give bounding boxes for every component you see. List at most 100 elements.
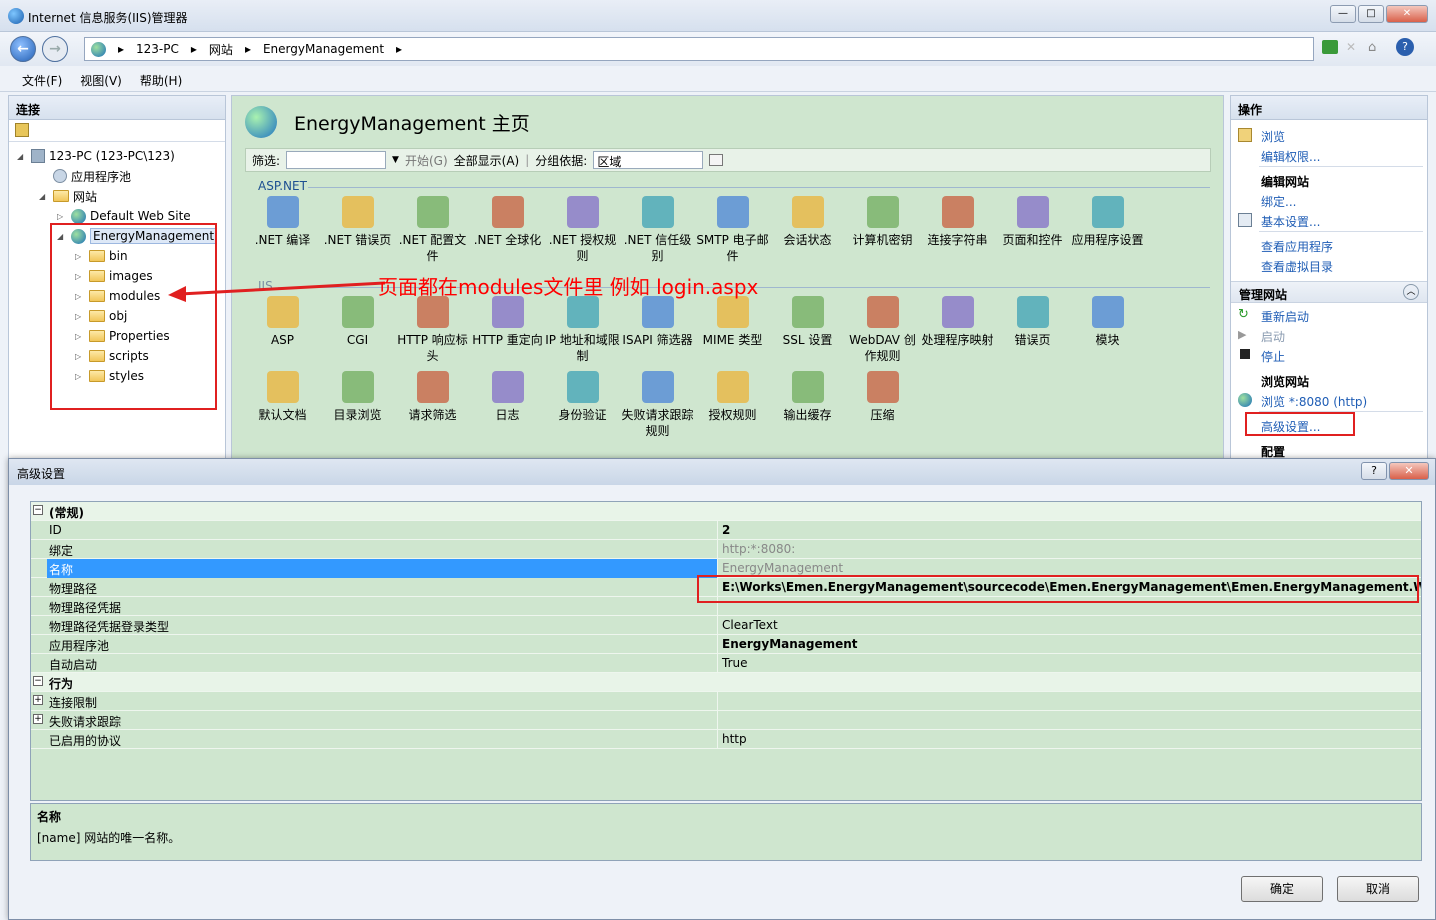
stop-icon[interactable]: ✕ — [1346, 40, 1360, 54]
feature-0-11[interactable]: 应用程序设置 — [1070, 196, 1145, 248]
view-applications-action[interactable]: 查看应用程序 — [1261, 238, 1333, 255]
browse-action[interactable]: 浏览 — [1261, 128, 1285, 145]
property-category[interactable]: − (常规) — [31, 502, 1421, 521]
home-icon[interactable]: ⌂ — [1368, 40, 1384, 55]
feature-1-4[interactable]: IP 地址和域限制 — [545, 296, 620, 364]
feature-1-10[interactable]: 错误页 — [995, 296, 1070, 348]
feature-0-8[interactable]: 计算机密钥 — [845, 196, 920, 248]
manage-site-header[interactable]: 管理网站 ︿ — [1231, 281, 1427, 303]
menu-view[interactable]: 视图(V) — [80, 72, 122, 91]
property-row[interactable]: 应用程序池 EnergyManagement — [31, 635, 1421, 654]
property-row[interactable]: 物理路径凭据登录类型 ClearText — [31, 616, 1421, 635]
property-value[interactable]: EnergyManagement — [722, 637, 858, 651]
feature-1-17[interactable]: 失败请求跟踪规则 — [620, 371, 695, 439]
property-category[interactable]: − 行为 — [31, 673, 1421, 692]
feature-1-13[interactable]: 目录浏览 — [320, 371, 395, 423]
feature-0-7[interactable]: 会话状态 — [770, 196, 845, 248]
minimize-button[interactable]: — — [1330, 5, 1356, 23]
forward-button[interactable]: → — [42, 36, 68, 62]
property-value[interactable]: EnergyManagement — [722, 561, 843, 575]
restart-action[interactable]: 重新启动 — [1261, 308, 1309, 325]
collapse-icon[interactable]: − — [33, 676, 43, 686]
property-row[interactable]: 已启用的协议 http — [31, 730, 1421, 749]
feature-1-7[interactable]: SSL 设置 — [770, 296, 845, 348]
feature-0-9[interactable]: 连接字符串 — [920, 196, 995, 248]
feature-0-4[interactable]: .NET 授权规则 — [545, 196, 620, 264]
property-value[interactable]: http — [722, 732, 747, 746]
menu-file[interactable]: 文件(F) — [22, 72, 62, 91]
feature-1-18[interactable]: 授权规则 — [695, 371, 770, 423]
tree-node-sites[interactable]: ◢ 网站 — [39, 186, 97, 206]
property-row[interactable]: 绑定 http:*:8080: — [31, 540, 1421, 559]
start-button[interactable]: 开始(G) — [405, 152, 448, 169]
feature-1-9[interactable]: 处理程序映射 — [920, 296, 995, 348]
basic-settings-action[interactable]: 基本设置... — [1261, 213, 1320, 230]
feature-0-2[interactable]: .NET 配置文件 — [395, 196, 470, 264]
dialog-close-button[interactable]: ✕ — [1389, 462, 1429, 480]
feature-1-12[interactable]: 默认文档 — [245, 371, 320, 423]
ok-button[interactable]: 确定 — [1241, 876, 1323, 902]
feature-0-0[interactable]: .NET 编译 — [245, 196, 320, 248]
expand-icon[interactable]: + — [33, 714, 43, 724]
connections-toolbar — [9, 120, 225, 142]
menu-help[interactable]: 帮助(H) — [140, 72, 182, 91]
feature-1-6[interactable]: MIME 类型 — [695, 296, 770, 348]
property-value[interactable]: http:*:8080: — [722, 542, 795, 556]
view-virtual-directories-action[interactable]: 查看虚拟目录 — [1261, 258, 1333, 275]
address-bar[interactable]: ▸ 123-PC ▸ 网站 ▸ EnergyManagement ▸ — [84, 37, 1314, 61]
property-row[interactable]: 自动启动 True — [31, 654, 1421, 673]
connect-icon[interactable] — [15, 123, 29, 137]
property-value[interactable]: True — [722, 656, 748, 670]
feature-icon — [716, 196, 749, 228]
feature-1-14[interactable]: 请求筛选 — [395, 371, 470, 423]
feature-icon — [491, 371, 524, 403]
feature-1-2[interactable]: HTTP 响应标头 — [395, 296, 470, 364]
tree-node-app-pools[interactable]: 应用程序池 — [39, 166, 131, 186]
property-value[interactable]: ClearText — [722, 618, 778, 632]
start-action[interactable]: 启动 — [1261, 328, 1285, 345]
feature-1-3[interactable]: HTTP 重定向 — [470, 296, 545, 348]
cancel-button[interactable]: 取消 — [1337, 876, 1419, 902]
sites-folder-icon — [53, 190, 69, 202]
breadcrumb-sites[interactable]: 网站 — [209, 41, 233, 58]
feature-0-3[interactable]: .NET 全球化 — [470, 196, 545, 248]
dialog-help-button[interactable]: ? — [1361, 462, 1387, 480]
feature-0-6[interactable]: SMTP 电子邮件 — [695, 196, 770, 264]
feature-label: CGI — [346, 333, 369, 347]
tree-node-server[interactable]: ◢ 123-PC (123-PC\123) — [17, 146, 175, 166]
feature-0-1[interactable]: .NET 错误页 — [320, 196, 395, 248]
feature-0-10[interactable]: 页面和控件 — [995, 196, 1070, 248]
expand-icon[interactable]: + — [33, 695, 43, 705]
edit-permissions-action[interactable]: 编辑权限... — [1261, 148, 1320, 165]
maximize-button[interactable]: □ — [1358, 5, 1384, 23]
feature-0-5[interactable]: .NET 信任级别 — [620, 196, 695, 264]
feature-1-19[interactable]: 输出缓存 — [770, 371, 845, 423]
breadcrumb-server[interactable]: 123-PC — [136, 42, 179, 56]
stop-action[interactable]: 停止 — [1261, 348, 1285, 365]
browse-8080-action[interactable]: 浏览 *:8080 (http) — [1261, 393, 1367, 410]
feature-label: 压缩 — [870, 408, 895, 422]
feature-1-11[interactable]: 模块 — [1070, 296, 1145, 348]
property-row[interactable]: ID 2 — [31, 521, 1421, 540]
property-row[interactable]: + 失败请求跟踪 — [31, 711, 1421, 730]
refresh-icon[interactable] — [1322, 40, 1338, 54]
filter-dropdown-icon[interactable]: ▼ — [392, 155, 399, 165]
view-mode-icon[interactable] — [709, 154, 724, 166]
filter-input[interactable] — [286, 151, 387, 169]
collapse-icon[interactable]: − — [33, 505, 43, 515]
collapse-icon[interactable]: ︿ — [1403, 284, 1419, 300]
feature-1-8[interactable]: WebDAV 创作规则 — [845, 296, 920, 364]
feature-1-15[interactable]: 日志 — [470, 371, 545, 423]
show-all-button[interactable]: 全部显示(A) — [454, 152, 520, 169]
property-row[interactable]: + 连接限制 — [31, 692, 1421, 711]
help-icon[interactable]: ? — [1396, 38, 1414, 56]
feature-1-5[interactable]: ISAPI 筛选器 — [620, 296, 695, 348]
bindings-action[interactable]: 绑定... — [1261, 193, 1296, 210]
close-window-button[interactable]: ✕ — [1386, 5, 1428, 23]
back-button[interactable]: ← — [10, 36, 36, 62]
feature-1-20[interactable]: 压缩 — [845, 371, 920, 423]
feature-1-16[interactable]: 身份验证 — [545, 371, 620, 423]
breadcrumb-site[interactable]: EnergyManagement — [263, 42, 384, 56]
group-by-select[interactable]: 区域 — [593, 151, 704, 169]
property-value[interactable]: 2 — [722, 523, 730, 537]
